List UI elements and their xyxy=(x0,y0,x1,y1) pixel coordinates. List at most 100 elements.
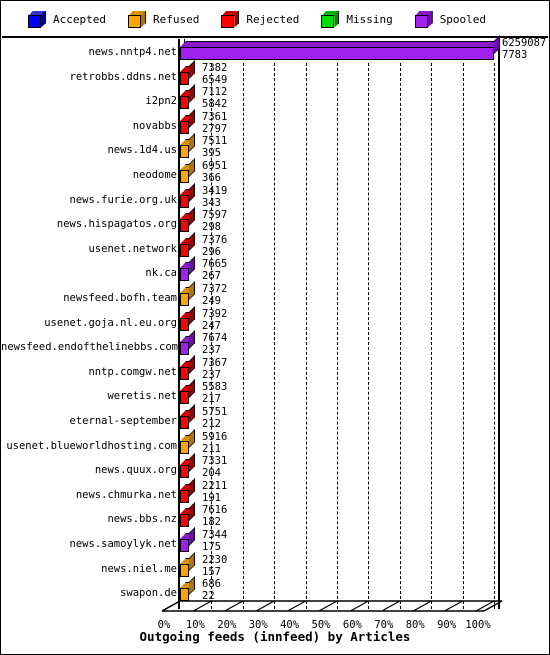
legend-item-spooled: Spooled xyxy=(414,10,487,28)
value-label-lower: 343 xyxy=(202,196,221,209)
value-label-lower: 6549 xyxy=(202,73,228,86)
chart-container: Accepted Refused Rejected Missing Spooled ne… xyxy=(0,0,550,655)
value-label-lower: 217 xyxy=(202,393,221,406)
category-label: news.niel.me xyxy=(101,562,177,575)
value-label-lower: 2797 xyxy=(202,122,228,135)
category-label: i2pn2 xyxy=(145,95,177,108)
gridline xyxy=(462,63,464,609)
value-label-upper: 7674 xyxy=(202,332,228,345)
value-label-lower: 249 xyxy=(202,295,221,307)
bar xyxy=(180,158,195,183)
bar-segment-refused xyxy=(180,293,189,306)
category-label: newsfeed.endofthelinebbs.com xyxy=(1,341,179,354)
legend-swatch-rejected-icon xyxy=(221,10,240,28)
value-label-upper: 6259087 xyxy=(502,37,547,49)
bar xyxy=(180,330,195,356)
bar xyxy=(180,35,500,60)
value-label-lower: 191 xyxy=(202,491,221,504)
value-label-upper: 5751 xyxy=(202,406,228,418)
value-label-lower: 175 xyxy=(202,541,221,553)
value-label-upper: 3419 xyxy=(202,184,228,197)
category-label: news.1d4.us xyxy=(107,144,177,157)
value-label-upper: 7361 xyxy=(202,110,228,123)
bar-segment-refused xyxy=(180,145,189,159)
category-label: nntp.comgw.net xyxy=(88,365,177,378)
value-label-upper: 7511 xyxy=(202,135,228,148)
legend-label: Spooled xyxy=(439,12,487,26)
value-label-upper: 7367 xyxy=(202,356,228,369)
value-label-upper: 5916 xyxy=(202,430,228,443)
gridline xyxy=(274,63,276,609)
category-label: usenet.network xyxy=(88,242,177,255)
value-label-lower: 298 xyxy=(202,221,221,234)
bar-segment-rejected xyxy=(180,489,189,503)
bar-segment-rejected xyxy=(180,391,189,405)
bar-segment-rejected xyxy=(180,219,189,233)
value-label-upper: 7392 xyxy=(202,307,228,320)
legend-label: Accepted xyxy=(53,12,106,26)
value-label-upper: 7344 xyxy=(202,529,228,541)
bar-side-face xyxy=(189,305,195,325)
bar xyxy=(180,428,195,454)
value-label-lower: 247 xyxy=(202,319,221,332)
bar-segment-spooled xyxy=(180,539,189,552)
bar-side-face xyxy=(189,404,195,423)
bar xyxy=(180,108,195,134)
bar-segment-rejected xyxy=(180,71,189,85)
bar xyxy=(180,133,195,159)
bar-side-face xyxy=(189,84,195,104)
category-label: newsfeed.bofh.team xyxy=(63,292,177,304)
bar-segment-refused xyxy=(180,170,189,183)
bar-segment-spooled xyxy=(180,47,494,60)
value-label-upper: 7382 xyxy=(202,61,228,74)
gridline xyxy=(242,63,244,609)
legend-swatch-accepted-icon xyxy=(28,10,46,28)
legend-item-accepted: Accepted xyxy=(28,10,106,28)
value-label-lower: 366 xyxy=(202,172,221,184)
category-label: news.bbs.nz xyxy=(107,513,177,526)
bar-side-face xyxy=(189,354,195,374)
value-label-upper: 7665 xyxy=(202,258,228,271)
bar-side-face xyxy=(189,551,195,571)
legend-label: Rejected xyxy=(246,12,300,26)
value-label-lower: 157 xyxy=(202,565,221,578)
bar-side-face xyxy=(189,59,195,79)
bar xyxy=(180,59,195,85)
legend-item-refused: Refused xyxy=(127,10,200,28)
bar-side-face xyxy=(189,281,195,300)
category-label: usenet.goja.nl.eu.org xyxy=(44,316,177,329)
bar-segment-rejected xyxy=(180,317,189,331)
bar-side-face xyxy=(189,330,195,350)
category-label: news.chmurka.net xyxy=(75,488,177,501)
bar xyxy=(180,207,195,233)
bar-side-face xyxy=(189,108,195,128)
category-label: news.samoylyk.net xyxy=(69,538,177,550)
bar-side-face xyxy=(189,231,195,251)
value-label-upper: 6951 xyxy=(202,160,228,172)
plot-area: news.nntp4.net retrobbs.ddns.net i2pn2 nova… xyxy=(1,35,549,617)
bar xyxy=(180,551,195,577)
plot-right-wall xyxy=(498,39,500,609)
bar-side-face xyxy=(189,133,195,153)
bar-segment-rejected xyxy=(180,416,189,429)
bar-segment-rejected xyxy=(180,243,189,257)
value-label-upper: 686 xyxy=(202,578,221,591)
legend-label: Refused xyxy=(152,12,200,26)
bar-segment-rejected xyxy=(180,465,189,479)
bar xyxy=(180,182,195,208)
category-label: nk.ca xyxy=(145,267,177,280)
bar xyxy=(180,404,195,429)
category-label: retrobbs.ddns.net xyxy=(69,70,177,83)
value-label-lower: 5842 xyxy=(202,98,228,111)
category-label: news.nntp4.net xyxy=(88,46,177,58)
value-label-lower: 204 xyxy=(202,467,221,480)
value-label-lower: 182 xyxy=(202,516,221,529)
legend-item-rejected: Rejected xyxy=(221,10,300,28)
bar xyxy=(180,379,195,405)
category-label: eternal-september xyxy=(69,415,177,427)
bar-segment-refused xyxy=(180,440,189,454)
bar-segment-refused xyxy=(180,563,189,577)
bar-side-face xyxy=(189,158,195,177)
value-label-lower: 212 xyxy=(202,418,221,430)
value-label-upper: 7331 xyxy=(202,455,228,468)
